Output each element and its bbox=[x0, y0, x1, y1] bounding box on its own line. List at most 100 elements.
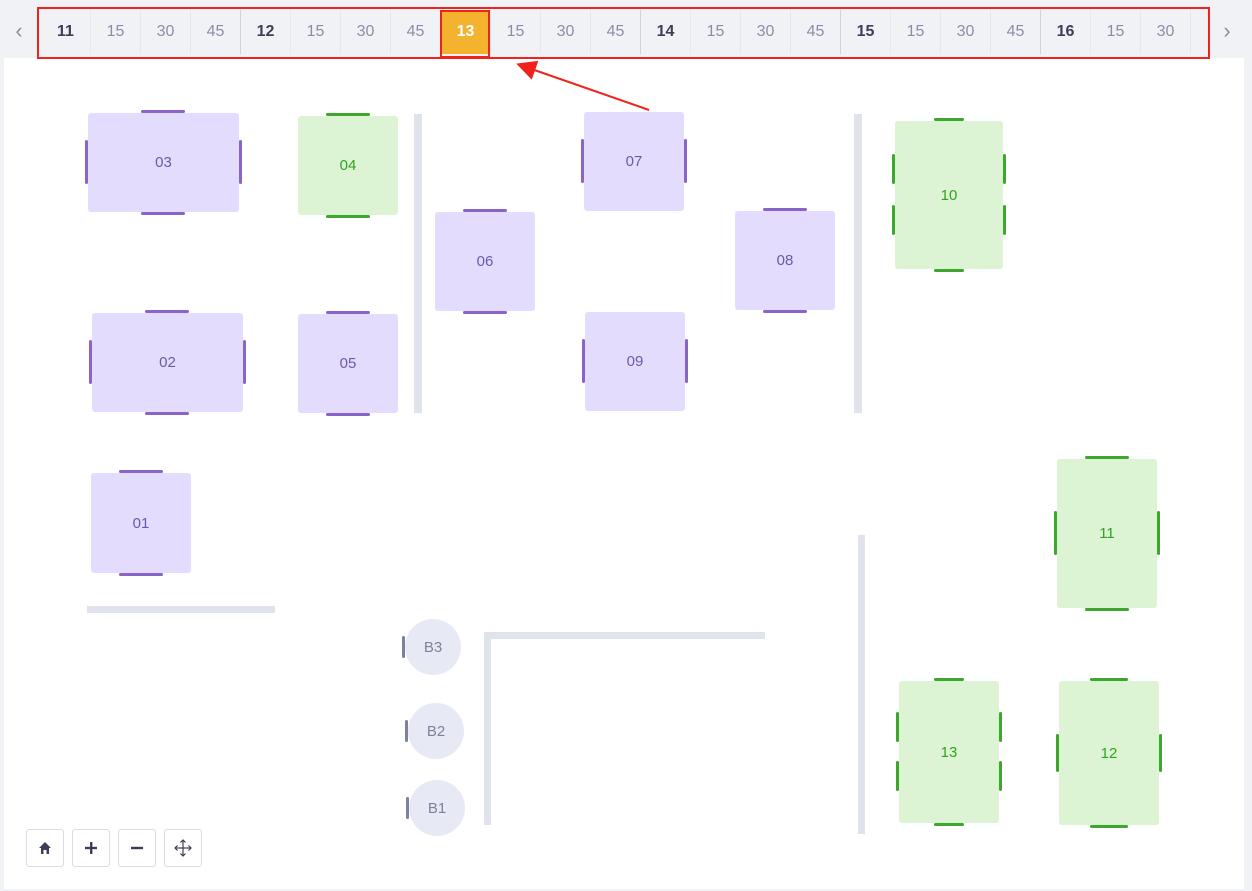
timeline-slot[interactable]: 15 bbox=[691, 10, 741, 54]
timeline-slot[interactable]: 15 bbox=[891, 10, 941, 54]
timeline-slot[interactable]: 30 bbox=[1141, 10, 1191, 54]
chair bbox=[999, 761, 1002, 791]
table-label: 13 bbox=[940, 743, 958, 761]
bar-seat-label: B2 bbox=[426, 722, 446, 740]
wall bbox=[414, 114, 422, 413]
table-06[interactable]: 06 bbox=[435, 209, 535, 314]
timeline-slot-hour[interactable]: 12 bbox=[241, 10, 291, 54]
chair bbox=[1090, 825, 1128, 828]
chair bbox=[892, 154, 895, 184]
timeline-next-button[interactable]: › bbox=[1212, 8, 1242, 54]
table-02[interactable]: 02 bbox=[89, 310, 246, 415]
table-08[interactable]: 08 bbox=[735, 208, 835, 313]
table-11[interactable]: 11 bbox=[1054, 456, 1160, 611]
wall bbox=[484, 632, 765, 639]
bar-seat-b2[interactable]: B2 bbox=[405, 703, 464, 759]
timeline-slot[interactable]: 45 bbox=[991, 10, 1041, 54]
chair bbox=[934, 118, 964, 121]
timeline-slot[interactable]: 30 bbox=[541, 10, 591, 54]
chair bbox=[1085, 608, 1129, 611]
table-label: 09 bbox=[626, 353, 644, 370]
timeline-slot[interactable]: 30 bbox=[341, 10, 391, 54]
timeline-slot-active[interactable]: 13 bbox=[441, 10, 491, 54]
timeline-prev-button[interactable]: ‹ bbox=[4, 8, 34, 54]
chair bbox=[326, 215, 370, 218]
timeline-slot[interactable]: 45 bbox=[391, 10, 441, 54]
chair bbox=[763, 310, 807, 313]
chevron-left-icon: ‹ bbox=[15, 18, 23, 43]
table-07[interactable]: 07 bbox=[581, 112, 687, 211]
home-button[interactable] bbox=[26, 829, 64, 867]
move-icon bbox=[174, 839, 192, 857]
wall bbox=[87, 606, 275, 613]
minus-icon bbox=[131, 846, 143, 850]
table-label: 11 bbox=[1099, 525, 1115, 542]
chair bbox=[145, 310, 189, 313]
chair bbox=[1056, 734, 1059, 772]
floor-plan-canvas[interactable]: 03 04 02 05 01 06 07 08 09 10 11 13 12 B… bbox=[4, 58, 1244, 889]
table-09[interactable]: 09 bbox=[582, 312, 688, 411]
timeline-slot[interactable]: 15 bbox=[291, 10, 341, 54]
chair bbox=[934, 269, 964, 272]
chair bbox=[896, 761, 899, 791]
table-12[interactable]: 12 bbox=[1056, 678, 1162, 828]
timeline-slot[interactable]: 15 bbox=[1091, 10, 1141, 54]
chair bbox=[402, 636, 405, 658]
zoom-in-button[interactable] bbox=[72, 829, 110, 867]
chair bbox=[934, 678, 964, 681]
chair bbox=[85, 140, 88, 184]
timeline-slot[interactable]: 30 bbox=[941, 10, 991, 54]
timeline-slot-hour[interactable]: 15 bbox=[841, 10, 891, 54]
wall bbox=[854, 114, 862, 413]
table-03[interactable]: 03 bbox=[85, 110, 242, 215]
chair bbox=[582, 339, 585, 383]
timeline-bar: ‹ 11 15 30 45 12 15 30 45 13 15 30 45 14 15 30 45 15 15 30… bbox=[0, 0, 1252, 58]
chair bbox=[763, 208, 807, 211]
zoom-out-button[interactable] bbox=[118, 829, 156, 867]
table-label: 03 bbox=[155, 154, 172, 171]
chair bbox=[239, 140, 242, 184]
timeline-slot[interactable]: 15 bbox=[491, 10, 541, 54]
chair bbox=[685, 339, 688, 383]
chevron-right-icon: › bbox=[1223, 18, 1231, 43]
chair bbox=[999, 712, 1002, 742]
chair bbox=[119, 573, 163, 576]
chair bbox=[934, 823, 964, 826]
table-05[interactable]: 05 bbox=[298, 311, 398, 416]
wall bbox=[858, 535, 865, 834]
chair bbox=[326, 311, 370, 314]
bar-seat-b3[interactable]: B3 bbox=[402, 619, 461, 675]
table-label: 04 bbox=[339, 157, 357, 174]
chair bbox=[463, 209, 507, 212]
table-label: 08 bbox=[776, 252, 794, 269]
timeline-slot[interactable]: 30 bbox=[141, 10, 191, 54]
chair bbox=[1085, 456, 1129, 459]
pan-button[interactable] bbox=[164, 829, 202, 867]
chair bbox=[145, 412, 189, 415]
wall bbox=[484, 632, 491, 825]
chair bbox=[141, 110, 185, 113]
timeline-slot-hour[interactable]: 16 bbox=[1041, 10, 1091, 54]
home-icon bbox=[39, 842, 51, 854]
bar-seat-b1[interactable]: B1 bbox=[406, 780, 465, 836]
timeline-slot-hour[interactable]: 14 bbox=[641, 10, 691, 54]
table-label: 05 bbox=[339, 355, 357, 372]
table-01[interactable]: 01 bbox=[91, 470, 191, 576]
table-04[interactable]: 04 bbox=[298, 113, 398, 218]
timeline-slot[interactable]: 45 bbox=[591, 10, 641, 54]
chair bbox=[119, 470, 163, 473]
chair bbox=[89, 340, 92, 384]
table-13[interactable]: 13 bbox=[896, 678, 1002, 826]
timeline-slot[interactable]: 15 bbox=[91, 10, 141, 54]
timeline-slot[interactable]: 45 bbox=[791, 10, 841, 54]
chair bbox=[581, 139, 584, 183]
table-label: 01 bbox=[132, 514, 150, 532]
chair bbox=[1003, 154, 1006, 184]
table-10[interactable]: 10 bbox=[892, 118, 1006, 272]
timeline-slot[interactable]: 45 bbox=[191, 10, 241, 54]
table-label: 06 bbox=[476, 253, 494, 270]
timeline-slot-hour[interactable]: 11 bbox=[41, 10, 91, 54]
timeline-slot[interactable]: 30 bbox=[741, 10, 791, 54]
chair bbox=[326, 413, 370, 416]
table-label: 12 bbox=[1100, 744, 1118, 762]
